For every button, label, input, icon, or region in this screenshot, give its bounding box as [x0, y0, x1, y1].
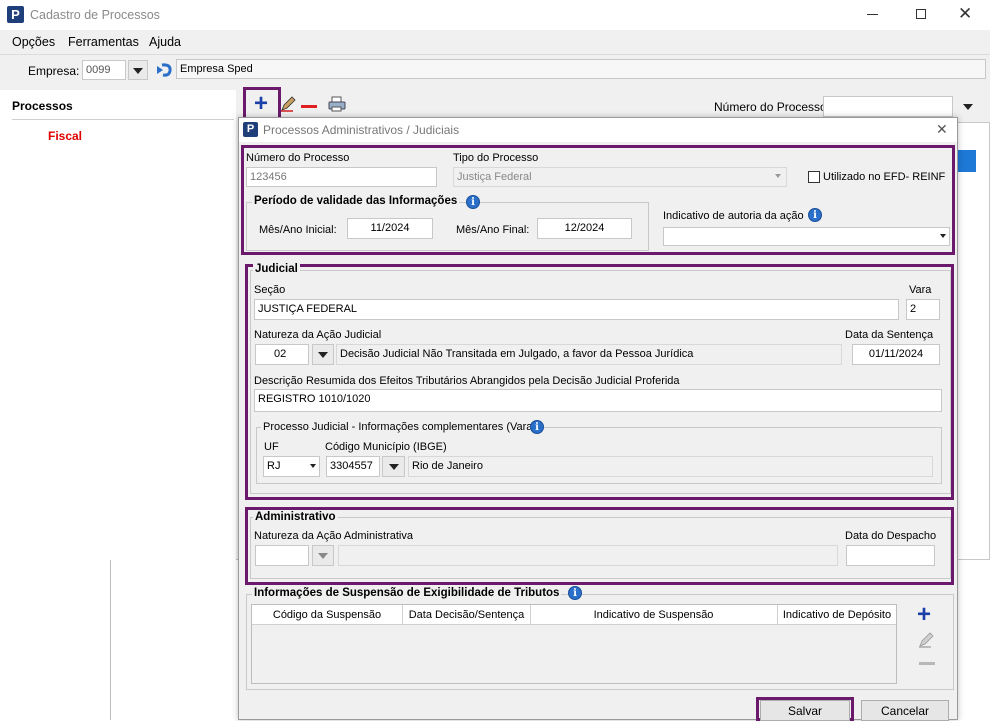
sidebar: Processos Fiscal [0, 90, 236, 560]
data-sentenca-label: Data da Sentença [845, 329, 934, 341]
sidebar-item-fiscal[interactable]: Fiscal [48, 129, 82, 143]
natureza-judicial-label: Natureza da Ação Judicial [254, 329, 382, 341]
municipio-code-input[interactable]: 3304557 [326, 456, 380, 477]
suspensao-table: Código da Suspensão Data Decisão/Sentenç… [251, 604, 897, 684]
data-despacho-input[interactable] [846, 545, 935, 566]
administrativo-title: Administrativo [253, 511, 338, 523]
autoria-select[interactable] [663, 227, 950, 246]
chevron-down-icon [963, 104, 973, 110]
dialog-close-icon[interactable]: ✕ [936, 121, 948, 138]
secao-input[interactable]: JUSTIÇA FEDERAL [254, 299, 899, 320]
suspensao-remove-icon[interactable] [919, 662, 935, 665]
data-despacho-label: Data do Despacho [845, 530, 937, 542]
tipo-processo-select[interactable]: Justiça Federal [453, 167, 787, 187]
dialog-title-bar: P Processos Administrativos / Judiciais … [239, 118, 957, 142]
edit-icon[interactable] [280, 96, 296, 112]
main-toolbar: + Número do Processo: [240, 87, 990, 120]
natureza-administrativa-code[interactable] [255, 545, 309, 566]
efd-reinf-checkbox[interactable] [808, 171, 820, 183]
window-title: Cadastro de Processos [30, 8, 160, 22]
judicial-title: Judicial [253, 263, 300, 275]
municipio-name-field: Rio de Janeiro [408, 456, 933, 477]
autoria-info-icon[interactable]: i [808, 208, 822, 222]
mes-final-input[interactable]: 12/2024 [537, 218, 632, 239]
menu-bar: Opções Ferramentas Ajuda [0, 34, 990, 52]
mes-inicial-input[interactable]: 11/2024 [347, 218, 433, 239]
vara-label: Vara [909, 284, 932, 296]
cancel-button[interactable]: Cancelar [861, 700, 949, 721]
background-grid-selection [957, 150, 976, 172]
column-header-codigo[interactable]: Código da Suspensão [252, 609, 402, 621]
descricao-input[interactable]: REGISTRO 1010/1020 [254, 389, 942, 412]
title-bar: P Cadastro de Processos ✕ [0, 0, 990, 30]
sidebar-title: Processos [12, 99, 73, 113]
numero-processo-search-input[interactable] [823, 96, 953, 117]
periodo-title: Período de validade das Informações [252, 195, 460, 207]
natureza-judicial-code[interactable]: 02 [255, 344, 309, 365]
background-panel [110, 560, 240, 720]
sidebar-divider [12, 119, 234, 120]
column-header-data[interactable]: Data Decisão/Sentença [403, 609, 530, 621]
tipo-processo-label: Tipo do Processo [453, 152, 539, 164]
suspensao-title: Informações de Suspensão de Exigibilidad… [252, 587, 562, 599]
tipo-processo-chevron-icon [775, 174, 781, 178]
chevron-down-icon [318, 352, 328, 358]
complementar-title: Processo Judicial - Informações compleme… [261, 421, 539, 433]
dialog-logo-icon: P [243, 122, 258, 137]
periodo-info-icon[interactable]: i [466, 195, 480, 209]
empresa-label: Empresa: [28, 64, 80, 78]
vara-input[interactable]: 2 [906, 299, 940, 320]
chevron-down-icon [389, 464, 399, 470]
natureza-administrativa-description [338, 545, 838, 566]
add-icon[interactable]: + [254, 92, 268, 116]
mes-final-label: Mês/Ano Final: [456, 224, 530, 236]
close-icon[interactable]: ✕ [958, 4, 972, 24]
numero-processo-input[interactable]: 123456 [246, 167, 437, 187]
maximize-icon[interactable] [916, 9, 926, 19]
autoria-chevron-icon [940, 234, 946, 238]
data-sentenca-input[interactable]: 01/11/2024 [852, 344, 940, 365]
chevron-down-icon [318, 553, 328, 559]
complementar-info-icon[interactable]: i [530, 420, 544, 434]
menu-opcoes[interactable]: Opções [12, 35, 55, 49]
suspensao-add-icon[interactable]: + [917, 603, 931, 627]
natureza-administrativa-dropdown-button[interactable] [312, 545, 334, 566]
empresa-dropdown-button[interactable] [128, 60, 148, 80]
numero-processo-dropdown-button[interactable] [957, 96, 979, 117]
column-header-indicativo-deposito[interactable]: Indicativo de Depósito [778, 609, 896, 621]
efd-reinf-label: Utilizado no EFD- REINF [823, 171, 946, 183]
municipio-dropdown-button[interactable] [382, 456, 405, 477]
numero-processo-search-label: Número do Processo: [714, 100, 831, 114]
autoria-label: Indicativo de autoria da ação [663, 210, 804, 222]
save-button[interactable]: Salvar [760, 700, 850, 721]
empresa-lookup-icon[interactable] [154, 60, 174, 80]
natureza-judicial-dropdown-button[interactable] [312, 344, 334, 365]
uf-chevron-icon [310, 464, 316, 468]
descricao-label: Descrição Resumida dos Efeitos Tributári… [254, 375, 680, 387]
dialog-title: Processos Administrativos / Judiciais [263, 123, 460, 137]
empresa-row: Empresa: 0099 Empresa Sped [0, 54, 990, 84]
minimize-icon[interactable] [867, 14, 878, 15]
chevron-down-icon [133, 68, 143, 74]
empresa-name-field: Empresa Sped [176, 59, 986, 79]
column-header-indicativo-suspensao[interactable]: Indicativo de Suspensão [531, 609, 776, 621]
menu-ajuda[interactable]: Ajuda [149, 35, 181, 49]
natureza-judicial-description: Decisão Judicial Não Transitada em Julga… [336, 344, 842, 365]
natureza-administrativa-label: Natureza da Ação Administrativa [254, 530, 413, 542]
dialog-window: P Processos Administrativos / Judiciais … [238, 117, 958, 721]
uf-label: UF [264, 441, 279, 453]
delete-icon[interactable] [301, 105, 317, 108]
suspensao-edit-icon[interactable] [918, 632, 934, 648]
secao-label: Seção [254, 284, 286, 296]
suspensao-info-icon[interactable]: i [568, 586, 582, 600]
menu-ferramentas[interactable]: Ferramentas [68, 35, 139, 49]
numero-processo-label: Número do Processo [246, 152, 350, 164]
mes-inicial-label: Mês/Ano Inicial: [259, 224, 337, 236]
print-icon[interactable] [328, 96, 346, 112]
municipio-label: Código Município (IBGE) [325, 441, 447, 453]
app-logo-icon: P [7, 6, 24, 23]
empresa-code-input[interactable]: 0099 [82, 60, 126, 80]
